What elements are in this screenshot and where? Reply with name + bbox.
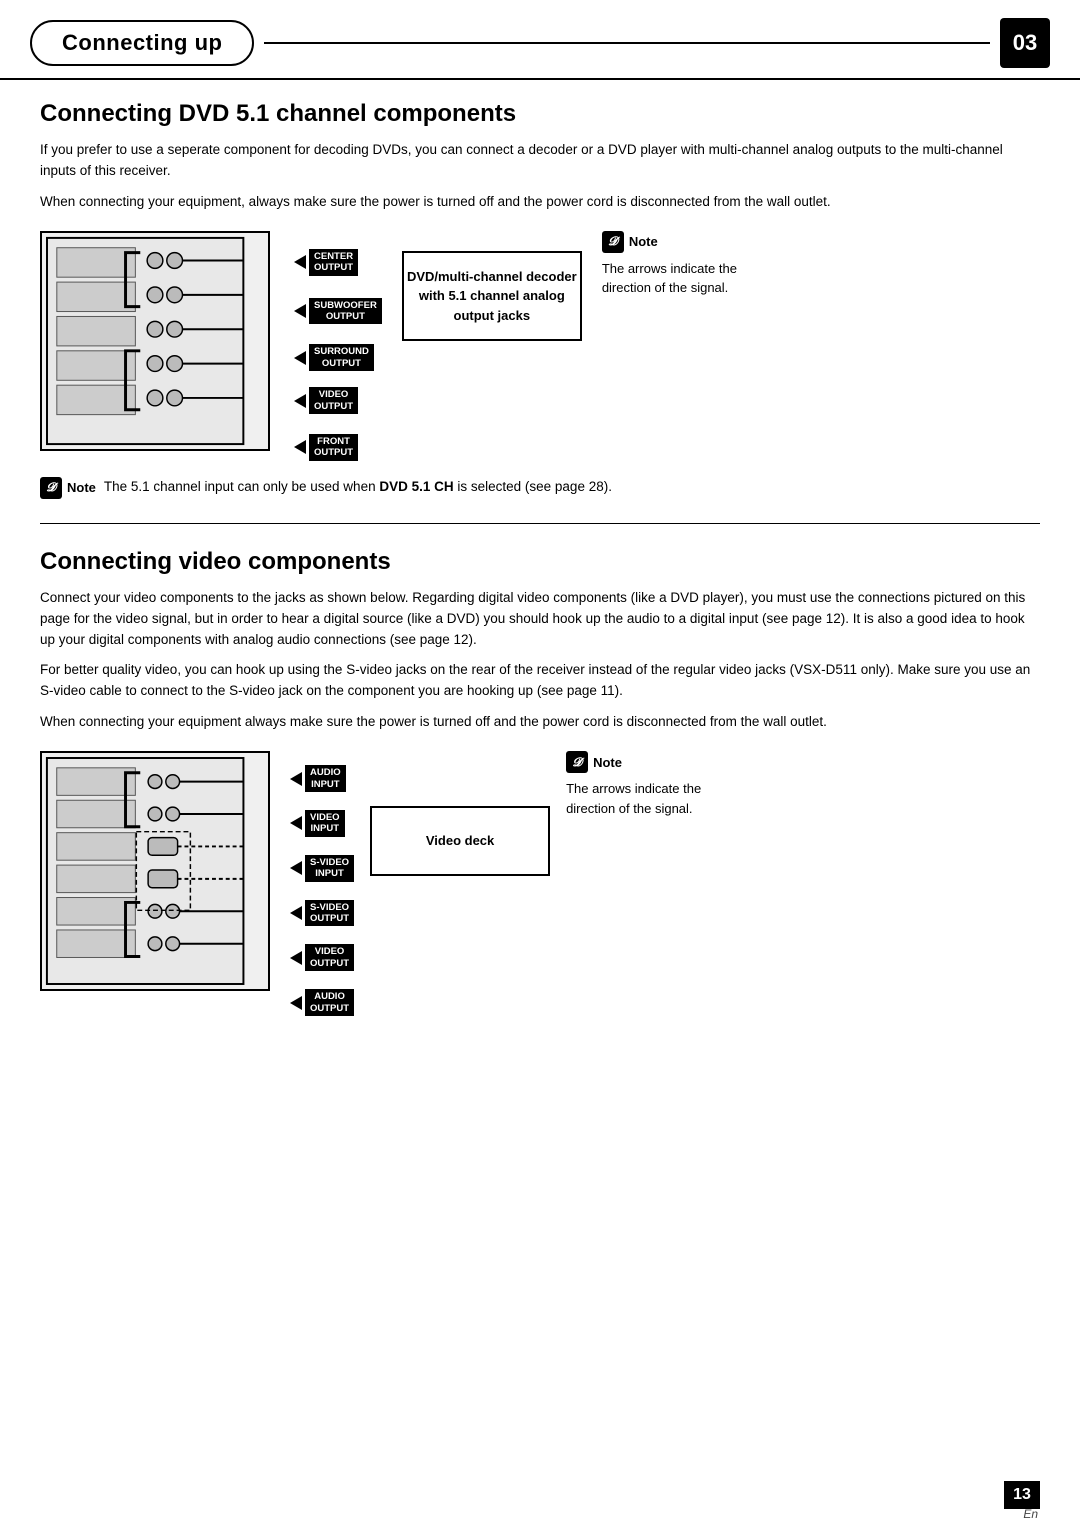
label-subwoofer-output: SUBWOOFER OUTPUT [294,298,382,325]
arrow-audio-in [290,772,302,786]
label-video-output: VIDEO OUTPUT [294,387,382,414]
label-video-output2: VIDEO OUTPUT [290,944,354,971]
arrow-svideo-in [290,861,302,875]
arrow-subwoofer [294,304,306,318]
section2-body1: Connect your video components to the jac… [40,588,1040,651]
note-block1-icon: 𝓓 [40,477,62,499]
decoder-box: DVD/multi-channel decoderwith 5.1 channe… [402,251,582,341]
arrow-surround [294,351,306,365]
diagram2-labels: AUDIO INPUT VIDEO INPUT S-VIDEO [290,751,354,1022]
section1-title: Connecting DVD 5.1 channel components [40,100,1040,128]
chapter-number: 03 [1000,18,1050,68]
label-svideo-input: S-VIDEO INPUT [290,855,354,882]
decoder-label: DVD/multi-channel decoderwith 5.1 channe… [407,267,577,326]
video-input-label: VIDEO INPUT [305,810,345,837]
receiver-graphic [40,231,270,454]
audio-input-label: AUDIO INPUT [305,765,346,792]
note-block1: 𝓓 Note The 5.1 channel input can only be… [40,477,1040,505]
center-output-label: CENTER OUTPUT [309,249,358,276]
page-title: Connecting up [30,20,254,66]
note1-icon: 𝓓 [602,231,624,253]
receiver-svg [40,231,270,451]
video-output-label: VIDEO OUTPUT [309,387,358,414]
arrow-svideo-out [290,906,302,920]
subwoofer-output-label: SUBWOOFER OUTPUT [309,298,382,325]
section1-body1: If you prefer to use a seperate componen… [40,140,1040,182]
arrow-video-out2 [290,951,302,965]
section2: Connecting video components Connect your… [40,548,1040,1022]
audio-output-label: AUDIO OUTPUT [305,989,354,1016]
svideo-input-label: S-VIDEO INPUT [305,855,354,882]
note1-text: The arrows indicate the direction of the… [602,259,782,298]
label-center-output: CENTER OUTPUT [294,249,382,276]
note1-header: 𝓓 Note [602,231,782,253]
deck-box: Video deck [370,806,550,876]
header-divider [264,42,990,44]
diagram1-container: CENTER OUTPUT SUBWOOFER OUTPUT SURROUND … [40,231,1040,467]
section2-title: Connecting video components [40,548,1040,576]
label-front-output: FRONT OUTPUT [294,434,382,461]
label-audio-output: AUDIO OUTPUT [290,989,354,1016]
note-block1-header: 𝓓 Note [40,477,96,499]
surround-output-label: SURROUND OUTPUT [309,344,374,371]
video-output-label2: VIDEO OUTPUT [305,944,354,971]
arrow-front [294,440,306,454]
diagram2-note: 𝓓 Note The arrows indicate the direction… [566,751,746,818]
diagram1-labels: CENTER OUTPUT SUBWOOFER OUTPUT SURROUND … [294,231,382,467]
diagram1-note: 𝓓 Note The arrows indicate the direction… [602,231,782,298]
receiver-svg2 [40,751,270,991]
section1-body2: When connecting your equipment, always m… [40,192,1040,213]
section2-body2: For better quality video, you can hook u… [40,660,1040,702]
label-audio-input: AUDIO INPUT [290,765,354,792]
section2-body3: When connecting your equipment always ma… [40,712,1040,733]
page-header: Connecting up 03 [0,0,1080,80]
note-block1-text: The 5.1 channel input can only be used w… [104,477,612,497]
en-label: En [1023,1507,1038,1521]
svideo-output-label: S-VIDEO OUTPUT [305,900,354,927]
note2-icon: 𝓓 [566,751,588,773]
page-number: 13 [1004,1481,1040,1509]
note2-text: The arrows indicate the direction of the… [566,779,746,818]
arrow-video [294,394,306,408]
section-divider [40,523,1040,524]
diagram2-container: AUDIO INPUT VIDEO INPUT S-VIDEO [40,751,1040,1022]
receiver-graphic2 [40,751,270,994]
label-surround-output: SURROUND OUTPUT [294,344,382,371]
front-output-label: FRONT OUTPUT [309,434,358,461]
arrow-center [294,255,306,269]
arrow-video-in [290,816,302,830]
arrow-audio-out [290,996,302,1010]
label-video-input: VIDEO INPUT [290,810,354,837]
note2-header: 𝓓 Note [566,751,746,773]
deck-label: Video deck [426,831,494,851]
page-content: Connecting DVD 5.1 channel components If… [0,100,1080,1062]
label-svideo-output: S-VIDEO OUTPUT [290,900,354,927]
